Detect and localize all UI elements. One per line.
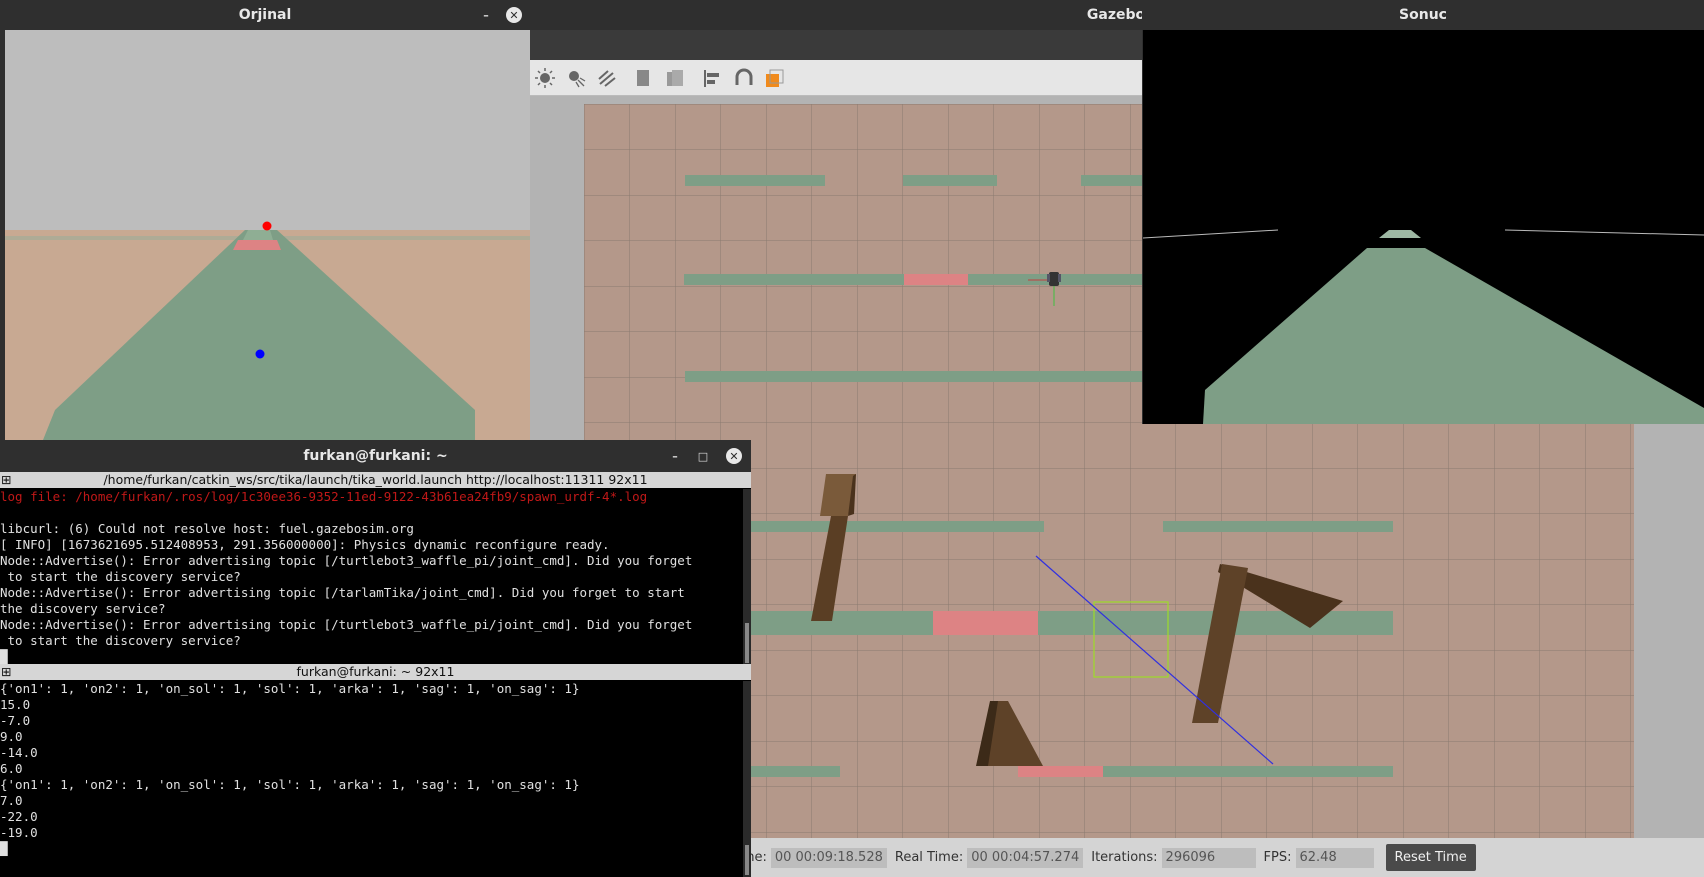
- view-angle-icon[interactable]: [764, 67, 786, 89]
- terminal-line: -22.0: [0, 809, 38, 824]
- terminal-line: {'on1': 1, 'on2': 1, 'on_sol': 1, 'sol':…: [0, 681, 580, 696]
- terminal-pane-1-output[interactable]: log file: /home/furkan/.ros/log/1c30ee36…: [0, 489, 743, 665]
- sonuc-titlebar[interactable]: Sonuc: [1142, 0, 1704, 30]
- terminal-pane-2-header: ⊞ furkan@furkani: ~ 92x11: [0, 664, 751, 680]
- sim-time-value: 00 00:09:18.528: [770, 847, 887, 868]
- pane-1-title: /home/furkan/catkin_ws/src/tika/launch/t…: [103, 472, 648, 487]
- terminal-line: -14.0: [0, 745, 38, 760]
- terminal-line: 9.0: [0, 729, 23, 744]
- fps-label: FPS:: [1263, 850, 1292, 865]
- sonuc-mask-view: [1143, 30, 1704, 424]
- red-marker: [262, 221, 272, 231]
- terminal-line: to start the discovery service?: [0, 633, 241, 648]
- paste-icon[interactable]: [664, 67, 686, 89]
- fps-value: 62.48: [1295, 847, 1374, 868]
- scrollbar[interactable]: [743, 681, 751, 877]
- iterations-label: Iterations:: [1091, 850, 1158, 865]
- terminal-line: Node::Advertise(): Error advertising top…: [0, 617, 693, 632]
- camera-image: [5, 30, 530, 440]
- iterations-value: 296096: [1161, 847, 1256, 868]
- terminal-line: [ INFO] [1673621695.512408953, 291.35600…: [0, 537, 610, 552]
- terminal-pane-2-output[interactable]: {'on1': 1, 'on2': 1, 'on_sol': 1, 'sol':…: [0, 681, 743, 877]
- maximize-button[interactable]: □: [695, 448, 711, 464]
- scrollbar[interactable]: [743, 489, 751, 665]
- spot-light-icon[interactable]: [565, 67, 587, 89]
- grid-icon: ⊞: [1, 472, 12, 487]
- real-time-value: 00 00:04:57.274: [967, 847, 1084, 868]
- terminal-pane-1-header: ⊞ /home/furkan/catkin_ws/src/tika/launch…: [0, 472, 751, 488]
- close-button[interactable]: ✕: [506, 7, 522, 23]
- terminal-line: Node::Advertise(): Error advertising top…: [0, 585, 685, 600]
- terminal-line: libcurl: (6) Could not resolve host: fue…: [0, 521, 414, 536]
- sonuc-window: Sonuc: [1142, 0, 1704, 424]
- terminal-line: Node::Advertise(): Error advertising top…: [0, 553, 693, 568]
- orjinal-titlebar[interactable]: Orjinal – ✕: [0, 0, 530, 30]
- terminal-line: -7.0: [0, 713, 31, 728]
- orjinal-title: Orjinal: [238, 7, 292, 23]
- terminal-line: 7.0: [0, 793, 23, 808]
- terminal-line: log file: /home/furkan/.ros/log/1c30ee36…: [0, 489, 648, 504]
- terminal-line: █: [0, 649, 8, 664]
- directional-light-icon[interactable]: [534, 67, 556, 89]
- orjinal-window: Orjinal – ✕: [0, 0, 530, 440]
- minimize-button[interactable]: –: [478, 7, 494, 23]
- terminal-titlebar[interactable]: furkan@furkani: ~ – □ ✕: [0, 440, 751, 472]
- terminal-line: 15.0: [0, 697, 31, 712]
- terminal-line: █: [0, 841, 8, 856]
- mask-image: [1143, 229, 1704, 424]
- terminal-line: -19.0: [0, 825, 38, 840]
- point-light-icon[interactable]: [596, 67, 618, 89]
- align-icon[interactable]: [701, 67, 723, 89]
- minimize-button[interactable]: –: [667, 448, 683, 464]
- grid-icon: ⊞: [1, 664, 12, 679]
- terminal-line: the discovery service?: [0, 601, 166, 616]
- terminal-window: furkan@furkani: ~ – □ ✕ ⊞ /home/furkan/c…: [0, 440, 751, 877]
- copy-icon[interactable]: [633, 67, 655, 89]
- pane-2-title: furkan@furkani: ~ 92x11: [296, 664, 455, 679]
- gazebo-title: Gazebo: [1086, 7, 1146, 23]
- reset-time-button[interactable]: Reset Time: [1385, 844, 1476, 871]
- close-button[interactable]: ✕: [726, 448, 742, 464]
- terminal-line: 6.0: [0, 761, 23, 776]
- sonuc-title: Sonuc: [1399, 7, 1447, 23]
- snap-icon[interactable]: [733, 67, 755, 89]
- terminal-line: {'on1': 1, 'on2': 1, 'on_sol': 1, 'sol':…: [0, 777, 580, 792]
- blue-marker: [255, 349, 265, 359]
- terminal-title: furkan@furkani: ~: [303, 448, 448, 464]
- terminal-line: to start the discovery service?: [0, 569, 241, 584]
- orjinal-camera-view: [5, 30, 530, 440]
- mask-crop-row: [1203, 248, 1704, 424]
- real-time-label: Real Time:: [894, 850, 964, 865]
